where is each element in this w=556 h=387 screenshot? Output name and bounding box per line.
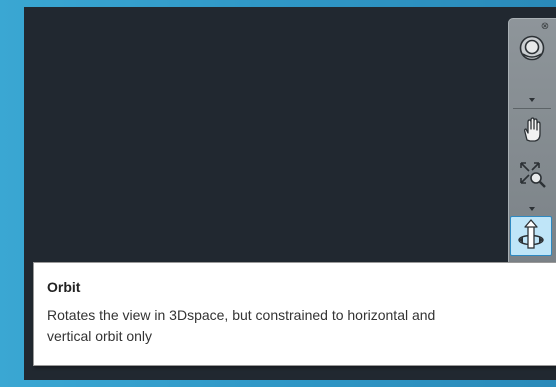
zoom-extents-icon [520, 162, 546, 188]
orbit-icon [518, 219, 544, 249]
zoom-dropdown-arrow[interactable] [529, 207, 535, 211]
tooltip-description: Rotates the view in 3Dspace, but constra… [47, 305, 556, 347]
steering-wheel-button[interactable] [512, 33, 552, 63]
pan-button[interactable] [512, 115, 552, 145]
navigation-bar: ⊗ [508, 18, 556, 266]
pan-hand-icon [524, 117, 541, 142]
tooltip-description-line: Rotates the view in 3Dspace, but constra… [47, 307, 436, 323]
orbit-button[interactable] [510, 216, 552, 256]
steering-wheel-dropdown-arrow[interactable] [529, 98, 535, 102]
tooltip-title: Orbit [47, 279, 81, 295]
separator [513, 108, 551, 109]
close-icon[interactable]: ⊗ [540, 22, 550, 32]
tooltip: Orbit Rotates the view in 3Dspace, but c… [33, 262, 556, 366]
steering-wheel-icon [519, 35, 545, 61]
tooltip-description-line: vertical orbit only [47, 328, 153, 344]
zoom-extents-button[interactable] [512, 159, 552, 189]
